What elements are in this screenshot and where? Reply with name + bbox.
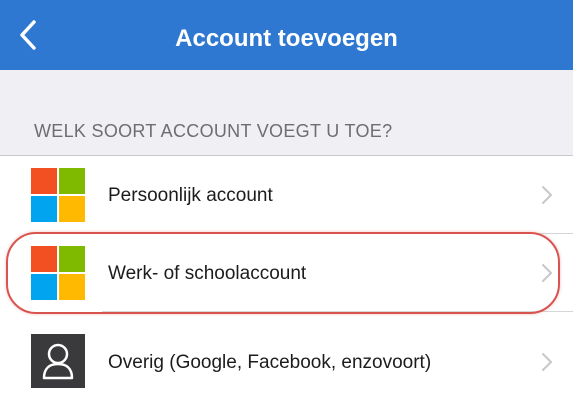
microsoft-logo-icon xyxy=(31,168,85,222)
list-item-other-account[interactable]: Overig (Google, Facebook, enzovoort) xyxy=(0,312,573,390)
account-type-list: Persoonlijk account Werk- of schoolaccou… xyxy=(0,155,573,395)
chevron-right-icon xyxy=(542,353,552,371)
list-item-personal-account[interactable]: Persoonlijk account xyxy=(0,156,573,234)
list-item-label: Overig (Google, Facebook, enzovoort) xyxy=(108,352,432,373)
person-icon xyxy=(31,334,85,388)
navigation-bar: Account toevoegen xyxy=(0,0,573,70)
chevron-right-icon xyxy=(542,264,552,282)
page-title: Account toevoegen xyxy=(175,25,398,52)
list-item-label: Werk- of schoolaccount xyxy=(108,263,307,284)
chevron-right-icon xyxy=(542,186,552,204)
microsoft-logo-icon xyxy=(31,246,85,300)
list-item-label: Persoonlijk account xyxy=(108,185,273,206)
list-item-work-school-account[interactable]: Werk- of schoolaccount xyxy=(0,234,573,312)
section-header: WELK SOORT ACCOUNT VOEGT U TOE? xyxy=(34,121,393,141)
